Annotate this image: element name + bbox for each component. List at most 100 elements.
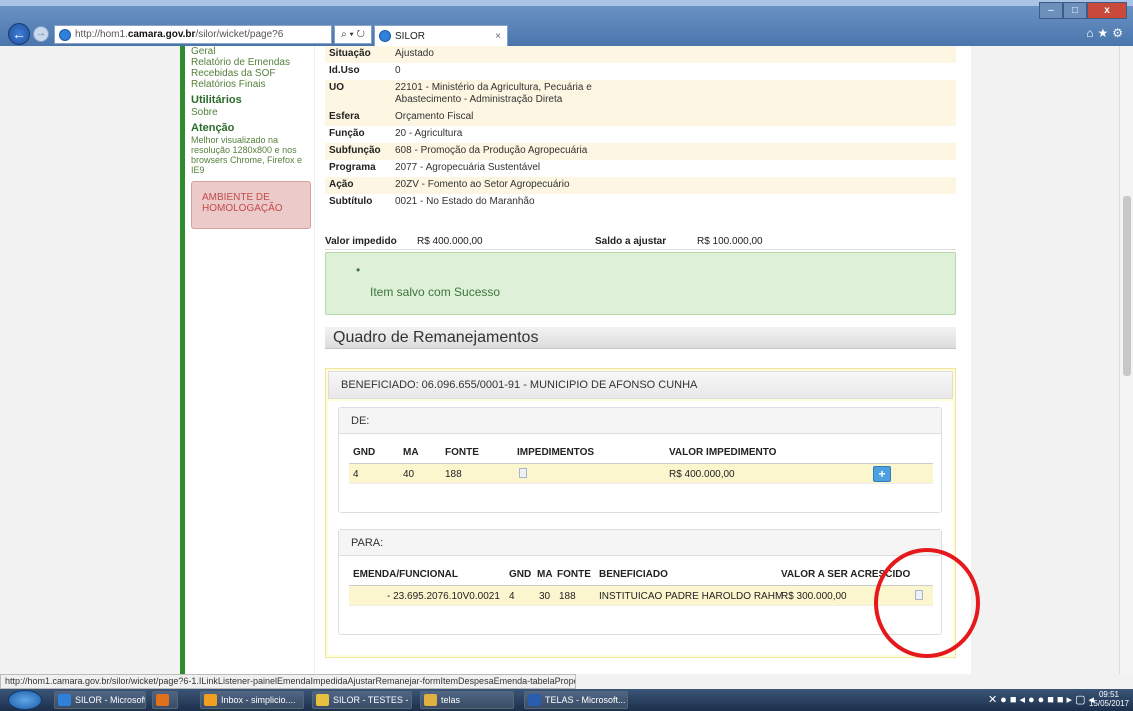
impedimentos-doc-icon[interactable] bbox=[519, 468, 527, 481]
tab-favicon-icon bbox=[379, 30, 391, 42]
start-button[interactable] bbox=[8, 690, 42, 710]
url-suffix: /silor/wicket/page?6 bbox=[195, 29, 284, 40]
taskbar-item-outlook[interactable]: Inbox - simplicio.... bbox=[200, 691, 304, 709]
tab-silor[interactable]: SILOR × bbox=[374, 25, 508, 46]
sidebar-link-recebidas-sof[interactable]: Recebidas da SOF bbox=[191, 68, 314, 79]
detail-value: 0021 - No Estado do Maranhão bbox=[395, 196, 535, 207]
minimize-button[interactable]: – bbox=[1039, 2, 1063, 19]
detail-label: UO bbox=[329, 82, 344, 93]
cell-beneficiado: INSTITUICAO PADRE HAROLDO RAHM bbox=[599, 591, 784, 602]
taskbar-item-silor-testes[interactable]: SILOR - TESTES - ... bbox=[312, 691, 412, 709]
sidebar-link-relatorios-finais[interactable]: Relatórios Finais bbox=[191, 79, 314, 90]
taskbar-item-media[interactable] bbox=[152, 691, 178, 709]
col-fonte: FONTE bbox=[445, 447, 479, 458]
taskbar-item-silor-ie[interactable]: SILOR - Microsoft... bbox=[54, 691, 146, 709]
detail-label: Subfunção bbox=[329, 145, 381, 156]
de-title: DE: bbox=[339, 408, 941, 434]
remanejamento-panel: BENEFICIADO: 06.096.655/0001-91 - MUNICI… bbox=[325, 368, 956, 658]
clock-date: 15/05/2017 bbox=[1088, 699, 1129, 708]
impeded-value: R$ 400.000,00 bbox=[417, 236, 483, 247]
ie-icon bbox=[58, 694, 71, 706]
sidebar-link-sobre[interactable]: Sobre bbox=[191, 107, 314, 118]
para-table-header: EMENDA/FUNCIONAL GND MA FONTE BENEFICIAD… bbox=[349, 564, 933, 586]
cell-fonte: 188 bbox=[559, 591, 576, 602]
taskbar-item-telas-folder[interactable]: telas bbox=[420, 691, 514, 709]
detail-label: Esfera bbox=[329, 111, 360, 122]
sidebar-heading-atencao: Atenção bbox=[191, 122, 235, 134]
clock[interactable]: 09:51 15/05/2017 bbox=[1089, 690, 1129, 708]
detail-label: Ação bbox=[329, 179, 354, 190]
de-table: GND MA FONTE IMPEDIMENTOS VALOR IMPEDIME… bbox=[349, 442, 933, 484]
toolbar-icons[interactable]: ⌂★⚙ bbox=[1086, 26, 1127, 40]
table-row: - 23.695.2076.10V0.0021 4 30 188 INSTITU… bbox=[349, 586, 933, 606]
tab-close-icon[interactable]: × bbox=[495, 31, 501, 42]
address-bar[interactable]: http://hom1. camara.gov.br/silor/wicket/p… bbox=[54, 25, 332, 44]
detail-value: 608 - Promoção da Produção Agropecuária bbox=[395, 145, 588, 156]
taskbar-item-label: Inbox - simplicio.... bbox=[221, 695, 296, 705]
window-controls: – □ x bbox=[1039, 2, 1127, 19]
folder-icon bbox=[424, 694, 437, 706]
detail-value: Ajustado bbox=[395, 48, 434, 59]
detail-label: Programa bbox=[329, 162, 376, 173]
url-domain: camara.gov.br bbox=[127, 29, 196, 40]
sidebar-link-geral[interactable]: Geral bbox=[191, 46, 314, 57]
detail-row: Id.Uso 0 bbox=[325, 63, 956, 80]
close-window-button[interactable]: x bbox=[1087, 2, 1127, 19]
environment-line: HOMOLOGAÇÃO bbox=[202, 203, 283, 214]
detail-value-line: Abastecimento - Administração Direta bbox=[395, 94, 563, 105]
col-emenda-funcional: EMENDA/FUNCIONAL bbox=[353, 569, 458, 580]
col-fonte: FONTE bbox=[557, 569, 591, 580]
main-content: Situação Ajustado Id.Uso 0 UO 22101 - Mi… bbox=[314, 46, 971, 674]
success-alert: • Item salvo com Sucesso bbox=[325, 252, 956, 315]
detail-value: 0 bbox=[395, 65, 401, 76]
vertical-scrollbar[interactable] bbox=[1119, 46, 1133, 674]
detail-value: 20 - Agricultura bbox=[395, 128, 463, 139]
col-ma: MA bbox=[403, 447, 419, 458]
detail-row: Situação Ajustado bbox=[325, 46, 956, 63]
detail-label: Situação bbox=[329, 48, 371, 59]
detail-value-line: 22101 - Ministério da Agricultura, Pecuá… bbox=[395, 82, 592, 93]
section-title: Quadro de Remanejamentos bbox=[325, 327, 956, 349]
detail-row: Subtítulo 0021 - No Estado do Maranhão bbox=[325, 194, 956, 211]
environment-badge: AMBIENTE DE HOMOLOGAÇÃO bbox=[191, 181, 311, 229]
taskbar-item-word[interactable]: TELAS - Microsoft... bbox=[524, 691, 628, 709]
back-button[interactable]: ← bbox=[8, 23, 30, 45]
taskbar-item-label: telas bbox=[441, 695, 461, 705]
mail-icon bbox=[316, 694, 329, 706]
cell-fonte: 188 bbox=[445, 469, 462, 480]
para-panel: PARA: EMENDA/FUNCIONAL GND MA FONTE BENE… bbox=[338, 529, 942, 635]
add-button[interactable]: + bbox=[873, 466, 891, 482]
cell-ma: 40 bbox=[403, 469, 415, 480]
alert-message: Item salvo com Sucesso bbox=[370, 285, 501, 299]
status-bar-url: http://hom1.camara.gov.br/silor/wicket/p… bbox=[0, 674, 576, 689]
detail-row: Função 20 - Agricultura bbox=[325, 126, 956, 143]
title-bar bbox=[0, 0, 1133, 6]
browser-chrome: ← → http://hom1. camara.gov.br/silor/wick… bbox=[0, 0, 1133, 46]
para-title: PARA: bbox=[339, 530, 941, 556]
cell-ma: 30 bbox=[539, 591, 551, 602]
word-icon bbox=[528, 694, 541, 706]
panel-body: DE: GND MA FONTE IMPEDIMENTOS VALOR IMPE… bbox=[328, 401, 953, 655]
address-controls[interactable]: ⌕ ▾ ↻ bbox=[334, 25, 372, 44]
balance-value: R$ 100.000,00 bbox=[697, 236, 763, 247]
detail-row: Ação 20ZV - Fomento ao Setor Agropecuári… bbox=[325, 177, 956, 194]
maximize-button[interactable]: □ bbox=[1063, 2, 1087, 19]
detail-row: Programa 2077 - Agropecuária Sustentável bbox=[325, 160, 956, 177]
detail-value: 20ZV - Fomento ao Setor Agropecuário bbox=[395, 179, 570, 190]
taskbar: SILOR - Microsoft... Inbox - simplicio..… bbox=[0, 689, 1133, 711]
annotation-circle bbox=[874, 548, 980, 658]
detail-value: 2077 - Agropecuária Sustentável bbox=[395, 162, 541, 173]
detail-value: Orçamento Fiscal bbox=[395, 111, 474, 122]
forward-button[interactable]: → bbox=[33, 26, 49, 42]
detail-row: Subfunção 608 - Promoção da Produção Agr… bbox=[325, 143, 956, 160]
de-table-header: GND MA FONTE IMPEDIMENTOS VALOR IMPEDIME… bbox=[349, 442, 933, 464]
scrollbar-thumb[interactable] bbox=[1123, 196, 1131, 376]
detail-label: Função bbox=[329, 128, 365, 139]
system-tray[interactable]: ✕●■◂●●■■▸▢◂ bbox=[988, 693, 1097, 706]
sidebar-link-relatorio-emendas[interactable]: Relatório de Emendas bbox=[191, 57, 314, 68]
outlook-icon bbox=[204, 694, 217, 706]
url-prefix: http://hom1. bbox=[75, 29, 128, 40]
para-table: EMENDA/FUNCIONAL GND MA FONTE BENEFICIAD… bbox=[349, 564, 933, 606]
clock-time: 09:51 bbox=[1098, 690, 1119, 699]
col-beneficiado: BENEFICIADO bbox=[599, 569, 668, 580]
